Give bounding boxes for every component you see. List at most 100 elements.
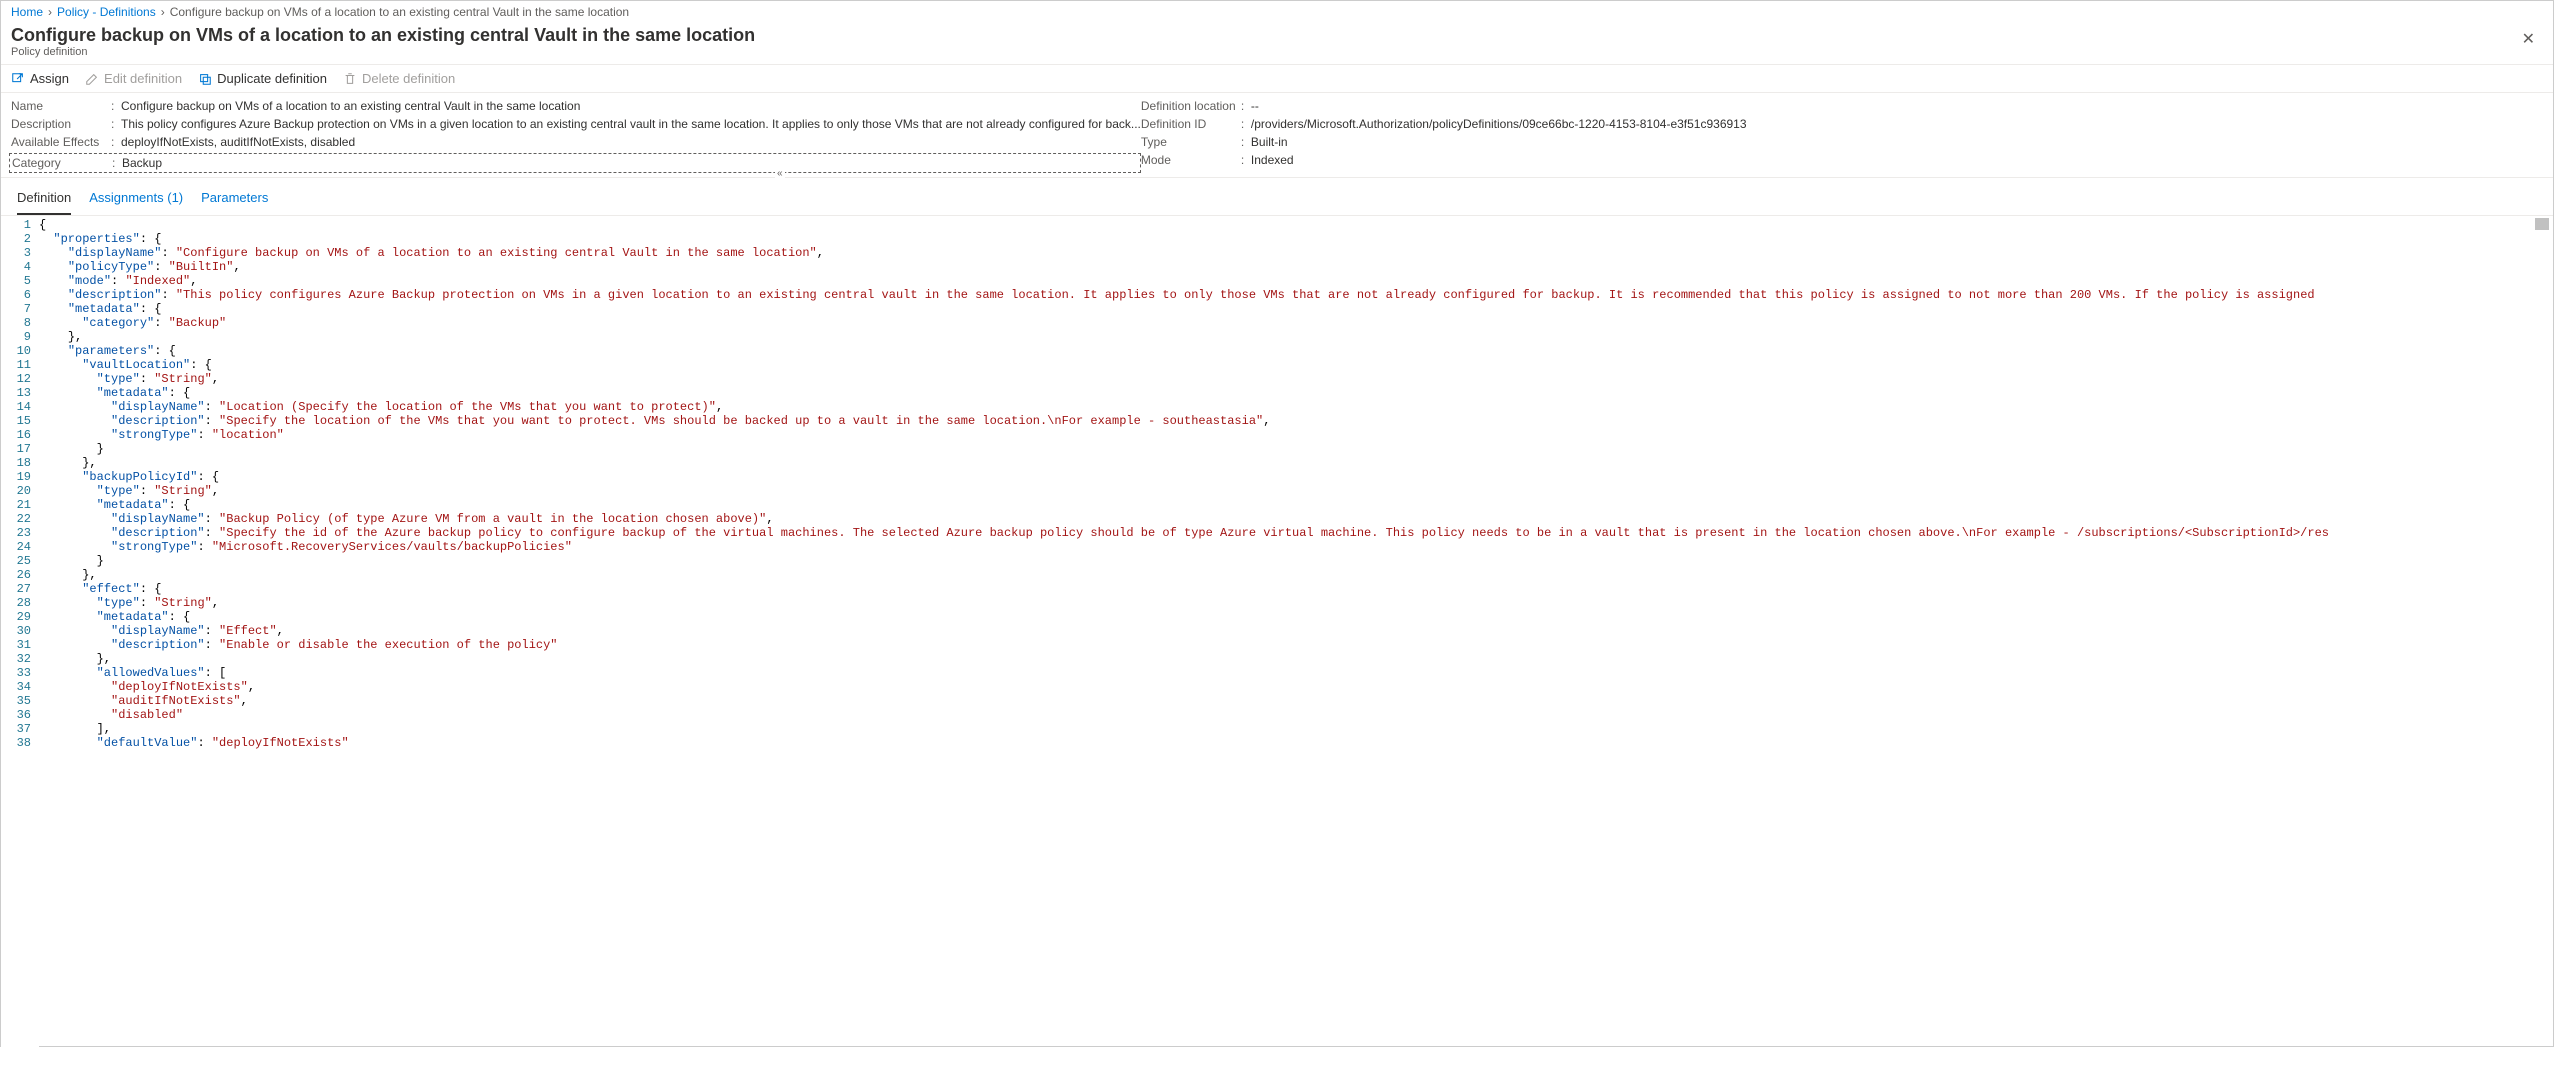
essentials-row: Definition location:-- [1141, 99, 1921, 113]
delete-icon [343, 72, 357, 86]
code-line[interactable]: "displayName": "Backup Policy (of type A… [39, 512, 2553, 526]
code-line[interactable]: "vaultLocation": { [39, 358, 2553, 372]
code-line[interactable]: "parameters": { [39, 344, 2553, 358]
line-number: 34 [5, 680, 31, 694]
line-number: 29 [5, 610, 31, 624]
essentials-label: Type [1141, 135, 1241, 149]
line-number: 24 [5, 540, 31, 554]
essentials-sep: : [1241, 117, 1251, 131]
json-editor[interactable]: 1234567891011121314151617181920212223242… [1, 216, 2553, 1083]
code-line[interactable]: "strongType": "Microsoft.RecoveryService… [39, 540, 2553, 554]
essentials-label: Mode [1141, 153, 1241, 167]
code-line[interactable]: "deployIfNotExists", [39, 680, 2553, 694]
line-number: 12 [5, 372, 31, 386]
close-button[interactable]: ✕ [2514, 25, 2543, 53]
assign-button[interactable]: Assign [11, 71, 69, 86]
line-number: 26 [5, 568, 31, 582]
code-line[interactable]: "displayName": "Configure backup on VMs … [39, 246, 2553, 260]
essentials-value: Configure backup on VMs of a location to… [121, 99, 580, 113]
line-number: 11 [5, 358, 31, 372]
line-number: 13 [5, 386, 31, 400]
code-line[interactable]: } [39, 554, 2553, 568]
line-number: 17 [5, 442, 31, 456]
code-line[interactable]: "defaultValue": "deployIfNotExists" [39, 736, 2553, 750]
code-line[interactable]: "metadata": { [39, 302, 2553, 316]
code-line[interactable]: } [39, 442, 2553, 456]
essentials-sep: : [111, 117, 121, 131]
line-number: 4 [5, 260, 31, 274]
line-number: 15 [5, 414, 31, 428]
line-number: 36 [5, 708, 31, 722]
code-line[interactable]: }, [39, 456, 2553, 470]
breadcrumb-sep-icon: › [48, 5, 52, 19]
essentials-label: Name [11, 99, 111, 113]
essentials-value: Indexed [1251, 153, 1294, 167]
code-line[interactable]: "description": "Specify the location of … [39, 414, 2553, 428]
code-line[interactable]: "metadata": { [39, 610, 2553, 624]
code-line[interactable]: "category": "Backup" [39, 316, 2553, 330]
code-line[interactable]: "policyType": "BuiltIn", [39, 260, 2553, 274]
code-line[interactable]: "auditIfNotExists", [39, 694, 2553, 708]
code-line[interactable]: "strongType": "location" [39, 428, 2553, 442]
breadcrumb-policy-definitions[interactable]: Policy - Definitions [57, 5, 156, 19]
duplicate-definition-button[interactable]: Duplicate definition [198, 71, 327, 86]
essentials-row: Available Effects:deployIfNotExists, aud… [11, 135, 1141, 149]
breadcrumb: Home › Policy - Definitions › Configure … [1, 1, 2553, 23]
essentials-value: Built-in [1251, 135, 1288, 149]
code-line[interactable]: }, [39, 568, 2553, 582]
line-number: 35 [5, 694, 31, 708]
code-line[interactable]: "backupPolicyId": { [39, 470, 2553, 484]
tab-definition[interactable]: Definition [17, 182, 71, 215]
code-line[interactable]: "disabled" [39, 708, 2553, 722]
line-number: 27 [5, 582, 31, 596]
code-line[interactable]: "displayName": "Effect", [39, 624, 2553, 638]
code-line[interactable]: "description": "Specify the id of the Az… [39, 526, 2553, 540]
line-number: 30 [5, 624, 31, 638]
code-line[interactable]: { [39, 218, 2553, 232]
code-line[interactable]: "type": "String", [39, 484, 2553, 498]
code-line[interactable]: "type": "String", [39, 372, 2553, 386]
essentials-label: Description [11, 117, 111, 131]
essentials-label: Definition location [1141, 99, 1241, 113]
title-bar: Configure backup on VMs of a location to… [1, 23, 2553, 65]
essentials-panel: Name:Configure backup on VMs of a locati… [1, 93, 2553, 178]
line-number: 37 [5, 722, 31, 736]
code-line[interactable]: "metadata": { [39, 386, 2553, 400]
breadcrumb-home[interactable]: Home [11, 5, 43, 19]
assign-label: Assign [30, 71, 69, 86]
code-line[interactable]: }, [39, 330, 2553, 344]
line-number: 9 [5, 330, 31, 344]
edit-definition-button: Edit definition [85, 71, 182, 86]
line-number: 23 [5, 526, 31, 540]
line-number: 22 [5, 512, 31, 526]
line-number: 32 [5, 652, 31, 666]
code-line[interactable]: "properties": { [39, 232, 2553, 246]
code-line[interactable]: "allowedValues": [ [39, 666, 2553, 680]
essentials-row: Definition ID:/providers/Microsoft.Autho… [1141, 117, 1921, 131]
editor-code[interactable]: { "properties": { "displayName": "Config… [39, 216, 2553, 1083]
essentials-sep: : [1241, 135, 1251, 149]
essentials-row: Category:Backup [9, 153, 1141, 173]
breadcrumb-current: Configure backup on VMs of a location to… [170, 5, 629, 19]
tab-parameters[interactable]: Parameters [201, 182, 268, 215]
assign-icon [11, 72, 25, 86]
essentials-collapse-toggle[interactable]: « [775, 168, 785, 179]
code-line[interactable]: "metadata": { [39, 498, 2553, 512]
line-number: 6 [5, 288, 31, 302]
essentials-row: Name:Configure backup on VMs of a locati… [11, 99, 1141, 113]
code-line[interactable]: "description": "Enable or disable the ex… [39, 638, 2553, 652]
line-number: 7 [5, 302, 31, 316]
code-line[interactable]: "description": "This policy configures A… [39, 288, 2553, 302]
essentials-row: Mode:Indexed [1141, 153, 1921, 167]
code-line[interactable]: "mode": "Indexed", [39, 274, 2553, 288]
code-line[interactable]: }, [39, 652, 2553, 666]
tab-assignments[interactable]: Assignments (1) [89, 182, 183, 215]
code-line[interactable]: "effect": { [39, 582, 2553, 596]
essentials-value: deployIfNotExists, auditIfNotExists, dis… [121, 135, 355, 149]
code-line[interactable]: "type": "String", [39, 596, 2553, 610]
editor-scrollbar[interactable] [2535, 218, 2549, 230]
code-line[interactable]: ], [39, 722, 2553, 736]
line-number: 1 [5, 218, 31, 232]
essentials-value: /providers/Microsoft.Authorization/polic… [1251, 117, 1747, 131]
code-line[interactable]: "displayName": "Location (Specify the lo… [39, 400, 2553, 414]
